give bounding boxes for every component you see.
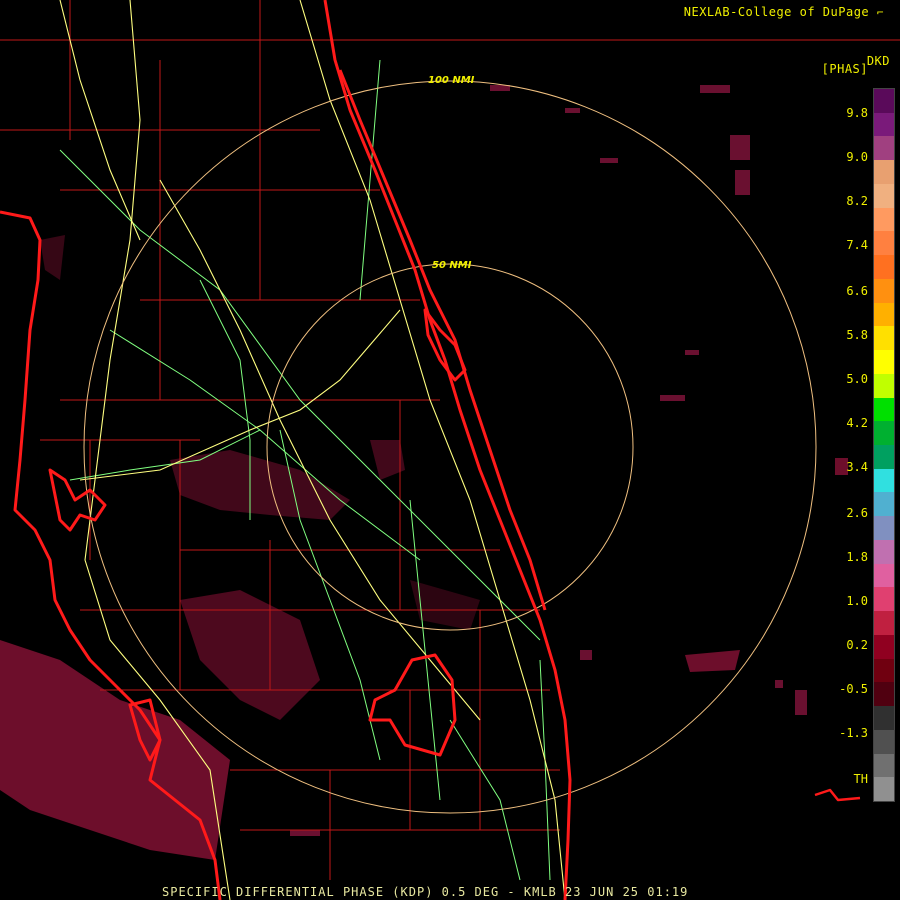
road <box>359 59 381 301</box>
scatter-cell <box>685 350 699 355</box>
color-scale-tick-label: 2.6 <box>846 506 868 520</box>
color-scale-segment <box>874 302 894 327</box>
product-info-line: SPECIFIC DIFFERENTIAL PHASE (KDP) 0.5 DE… <box>162 885 689 899</box>
color-scale-segment <box>874 397 894 422</box>
unit-label: [PHAS] <box>821 62 868 76</box>
interstate-95 <box>299 0 566 900</box>
color-scale-segment <box>874 682 894 707</box>
color-scale-tick-label: 1.8 <box>846 550 868 564</box>
color-scale-tick-label: 4.2 <box>846 416 868 430</box>
barrier-island <box>338 69 547 611</box>
lake-okeechobee <box>368 653 457 757</box>
scatter-cell <box>600 158 618 163</box>
color-scale-tick-label: 8.2 <box>846 194 868 208</box>
scatter-cell <box>660 395 685 401</box>
color-scale-segment <box>874 326 894 351</box>
corner-mark-icon: ⌐ <box>876 6 884 19</box>
scatter-cell <box>730 135 750 160</box>
scatter-cell <box>775 680 783 688</box>
color-scale-segment <box>874 634 894 660</box>
color-scale-segment <box>874 563 894 588</box>
road <box>59 149 541 641</box>
color-scale-segment <box>874 516 894 541</box>
radar-echo-layer <box>0 235 848 860</box>
scatter-cell <box>735 170 750 195</box>
echo-northwest <box>40 235 65 280</box>
color-scale-tick-label: 5.8 <box>846 328 868 342</box>
color-scale-segment <box>874 421 894 446</box>
color-scale-segment <box>874 112 894 137</box>
scatter-cell <box>580 650 592 660</box>
highway <box>59 0 141 241</box>
color-scale-segment <box>874 492 894 517</box>
color-scale-tick-label: 7.4 <box>846 238 868 252</box>
east-coast <box>323 0 572 900</box>
color-scale-tick-label: 9.0 <box>846 150 868 164</box>
radar-map: 100 NMI 50 NMI <box>0 0 900 900</box>
color-scale-segment <box>874 255 894 280</box>
color-scale-tick-label: TH <box>853 772 868 786</box>
color-scale-segment <box>874 183 894 209</box>
color-scale-tick-label: 1.0 <box>846 594 868 608</box>
color-scale-bar <box>873 88 895 802</box>
color-scale-tick-label: 9.8 <box>846 106 868 120</box>
ring-label-50: 50 NMI <box>432 260 472 271</box>
offshore-scatter <box>290 85 807 836</box>
product-code: DKD <box>866 54 890 68</box>
color-scale-segment <box>874 136 894 161</box>
color-scale-tick-label: 0.2 <box>846 638 868 652</box>
color-scale-tick-label: 6.6 <box>846 284 868 298</box>
scatter-cell <box>565 108 580 113</box>
color-scale-segment <box>874 706 894 731</box>
color-scale-tick-label: 3.4 <box>846 460 868 474</box>
color-scale-segment <box>874 777 894 802</box>
range-ring-50 <box>266 263 634 631</box>
color-scale-segment <box>874 207 894 232</box>
credit-text: NEXLAB-College of DuPage <box>683 5 870 19</box>
color-scale-segment <box>874 587 894 612</box>
color-scale-segment <box>874 278 894 304</box>
color-scale-segment <box>874 729 894 755</box>
color-scale-tick-label: -1.3 <box>839 726 868 740</box>
color-scale-segment <box>874 611 894 636</box>
color-scale-segment <box>874 373 894 399</box>
color-scale-segment <box>874 89 894 114</box>
color-scale-tick-label: -0.5 <box>839 682 868 696</box>
color-scale-tick-label: 5.0 <box>846 372 868 386</box>
echo-offshore-south <box>685 650 740 672</box>
color-scale-segment <box>874 658 894 683</box>
range-ring-100 <box>83 80 817 814</box>
credit-label: NEXLAB-College of DuPage ⌐ <box>684 5 884 19</box>
inset-fragment <box>814 788 861 802</box>
ring-labels: 100 NMI 50 NMI <box>428 75 475 271</box>
color-scale-segment <box>874 539 894 565</box>
color-scale-segment <box>874 350 894 375</box>
color-scale-segment <box>874 753 894 778</box>
color-scale-segment <box>874 468 894 493</box>
scatter-cell <box>290 830 320 836</box>
scatter-cell <box>795 690 807 715</box>
range-rings <box>83 80 817 814</box>
color-scale-segment <box>874 160 894 185</box>
road <box>449 719 521 881</box>
ring-label-100: 100 NMI <box>428 75 475 86</box>
color-scale-segment <box>874 445 894 470</box>
scatter-cell <box>700 85 730 93</box>
color-scale-segment <box>874 231 894 256</box>
